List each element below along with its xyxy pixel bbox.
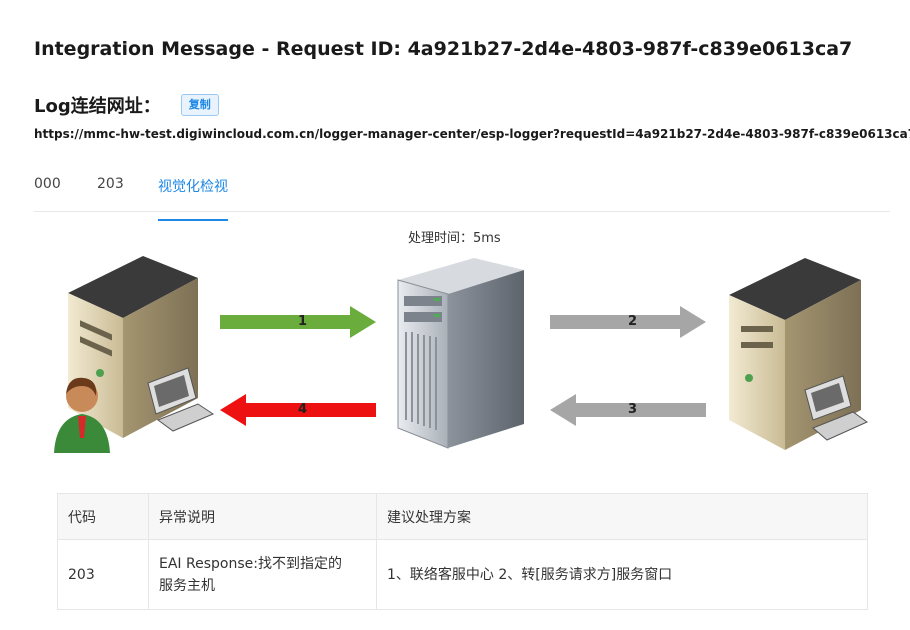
tab-203[interactable]: 203	[97, 176, 124, 212]
log-link-row: Log连结网址： 复制	[34, 92, 219, 118]
column-header-code: 代码	[57, 493, 149, 540]
log-link-label: Log连结网址：	[34, 96, 161, 117]
flow-arrow-3-label: 3	[628, 402, 638, 417]
client-computer-icon	[54, 256, 215, 453]
error-table: 代码 异常说明 建议处理方案 203 EAI Response:找不到指定的服务…	[57, 493, 868, 610]
tab-bar: 000 203 视觉化检视	[34, 166, 890, 221]
middleware-server-icon	[397, 258, 524, 449]
column-header-solution: 建议处理方案	[376, 493, 868, 540]
cell-description: EAI Response:找不到指定的服务主机	[148, 539, 377, 610]
page-title: Integration Message - Request ID: 4a921b…	[34, 38, 853, 60]
log-url-text: https://mmc-hw-test.digiwincloud.com.cn/…	[34, 127, 910, 141]
flow-arrow-1-label: 1	[298, 314, 308, 329]
target-server-computer-icon	[729, 258, 868, 450]
flow-arrow-4-label: 4	[298, 402, 308, 417]
cell-code: 203	[57, 539, 149, 610]
table-header-row: 代码 异常说明 建议处理方案	[57, 493, 868, 540]
processing-time: 处理时间：5ms	[408, 231, 501, 246]
tab-000[interactable]: 000	[34, 176, 61, 212]
table-row: 203 EAI Response:找不到指定的服务主机 1、联络客服中心 2、转…	[57, 539, 868, 610]
cell-solution: 1、联络客服中心 2、转[服务请求方]服务窗口	[376, 539, 868, 610]
tab-visual-view[interactable]: 视觉化检视	[158, 176, 228, 221]
copy-button[interactable]: 复制	[180, 94, 219, 116]
column-header-description: 异常说明	[148, 493, 377, 540]
flow-arrow-2-label: 2	[628, 314, 638, 329]
